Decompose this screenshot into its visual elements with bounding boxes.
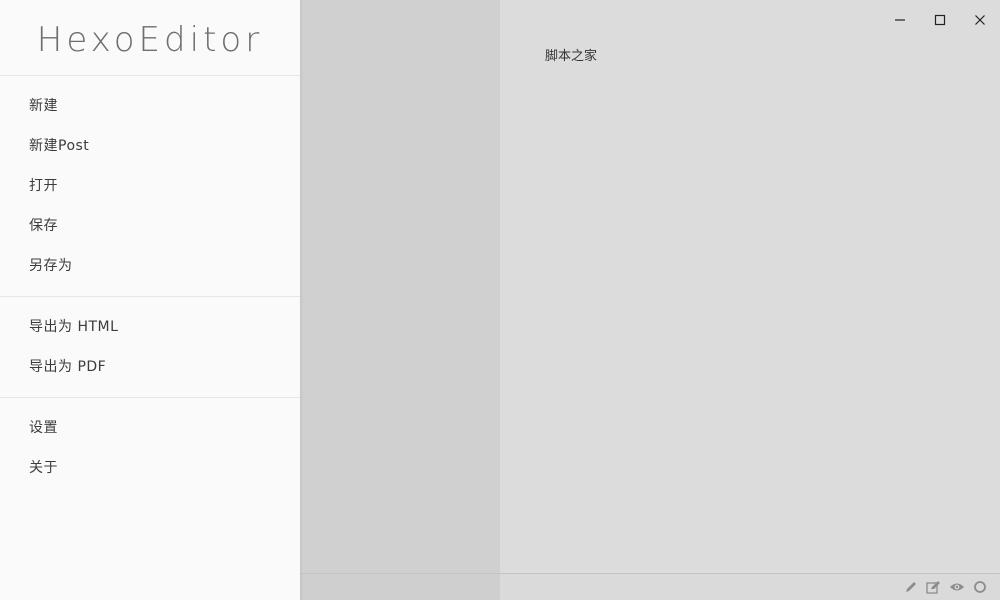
menu-item-export-html[interactable]: 导出为 HTML	[0, 307, 300, 347]
menu-item-save-as[interactable]: 另存为	[0, 246, 300, 286]
editor-pane[interactable]	[300, 0, 500, 573]
minimize-button[interactable]	[880, 0, 920, 40]
maximize-icon	[934, 14, 946, 26]
minimize-icon	[895, 19, 905, 21]
menu-group-misc: 设置 关于	[0, 398, 300, 498]
edit-icon	[926, 581, 940, 594]
menu-item-open[interactable]: 打开	[0, 166, 300, 206]
menu-group-export: 导出为 HTML 导出为 PDF	[0, 297, 300, 398]
pencil-icon	[905, 582, 916, 592]
preview-button[interactable]	[948, 579, 965, 595]
side-drawer: HexoEditor 新建 新建Post 打开 保存 另存为 导出为 HTML …	[0, 0, 300, 600]
maximize-button[interactable]	[920, 0, 960, 40]
menu-item-save[interactable]: 保存	[0, 206, 300, 246]
app-window: HexoEditor 新建 新建Post 打开 保存 另存为 导出为 HTML …	[0, 0, 1000, 600]
menu-item-about[interactable]: 关于	[0, 448, 300, 488]
status-bar-editor-section	[300, 574, 500, 600]
circle-icon	[973, 581, 986, 593]
edit-button[interactable]	[925, 579, 942, 595]
preview-pane: 脚本之家	[500, 0, 1000, 573]
preview-content: 脚本之家	[545, 49, 598, 64]
pencil-button[interactable]	[902, 579, 919, 595]
close-button[interactable]	[960, 0, 1000, 40]
menu-item-new[interactable]: 新建	[0, 86, 300, 126]
window-controls	[880, 0, 1000, 40]
menu-item-export-pdf[interactable]: 导出为 PDF	[0, 347, 300, 387]
menu-item-new-post[interactable]: 新建Post	[0, 126, 300, 166]
eye-icon	[949, 583, 964, 591]
circle-button[interactable]	[971, 579, 988, 595]
close-icon	[975, 15, 985, 25]
status-bar	[300, 573, 1000, 600]
menu-group-file: 新建 新建Post 打开 保存 另存为	[0, 76, 300, 297]
status-icons	[902, 579, 988, 595]
app-title: HexoEditor	[0, 0, 300, 76]
menu-item-settings[interactable]: 设置	[0, 408, 300, 448]
